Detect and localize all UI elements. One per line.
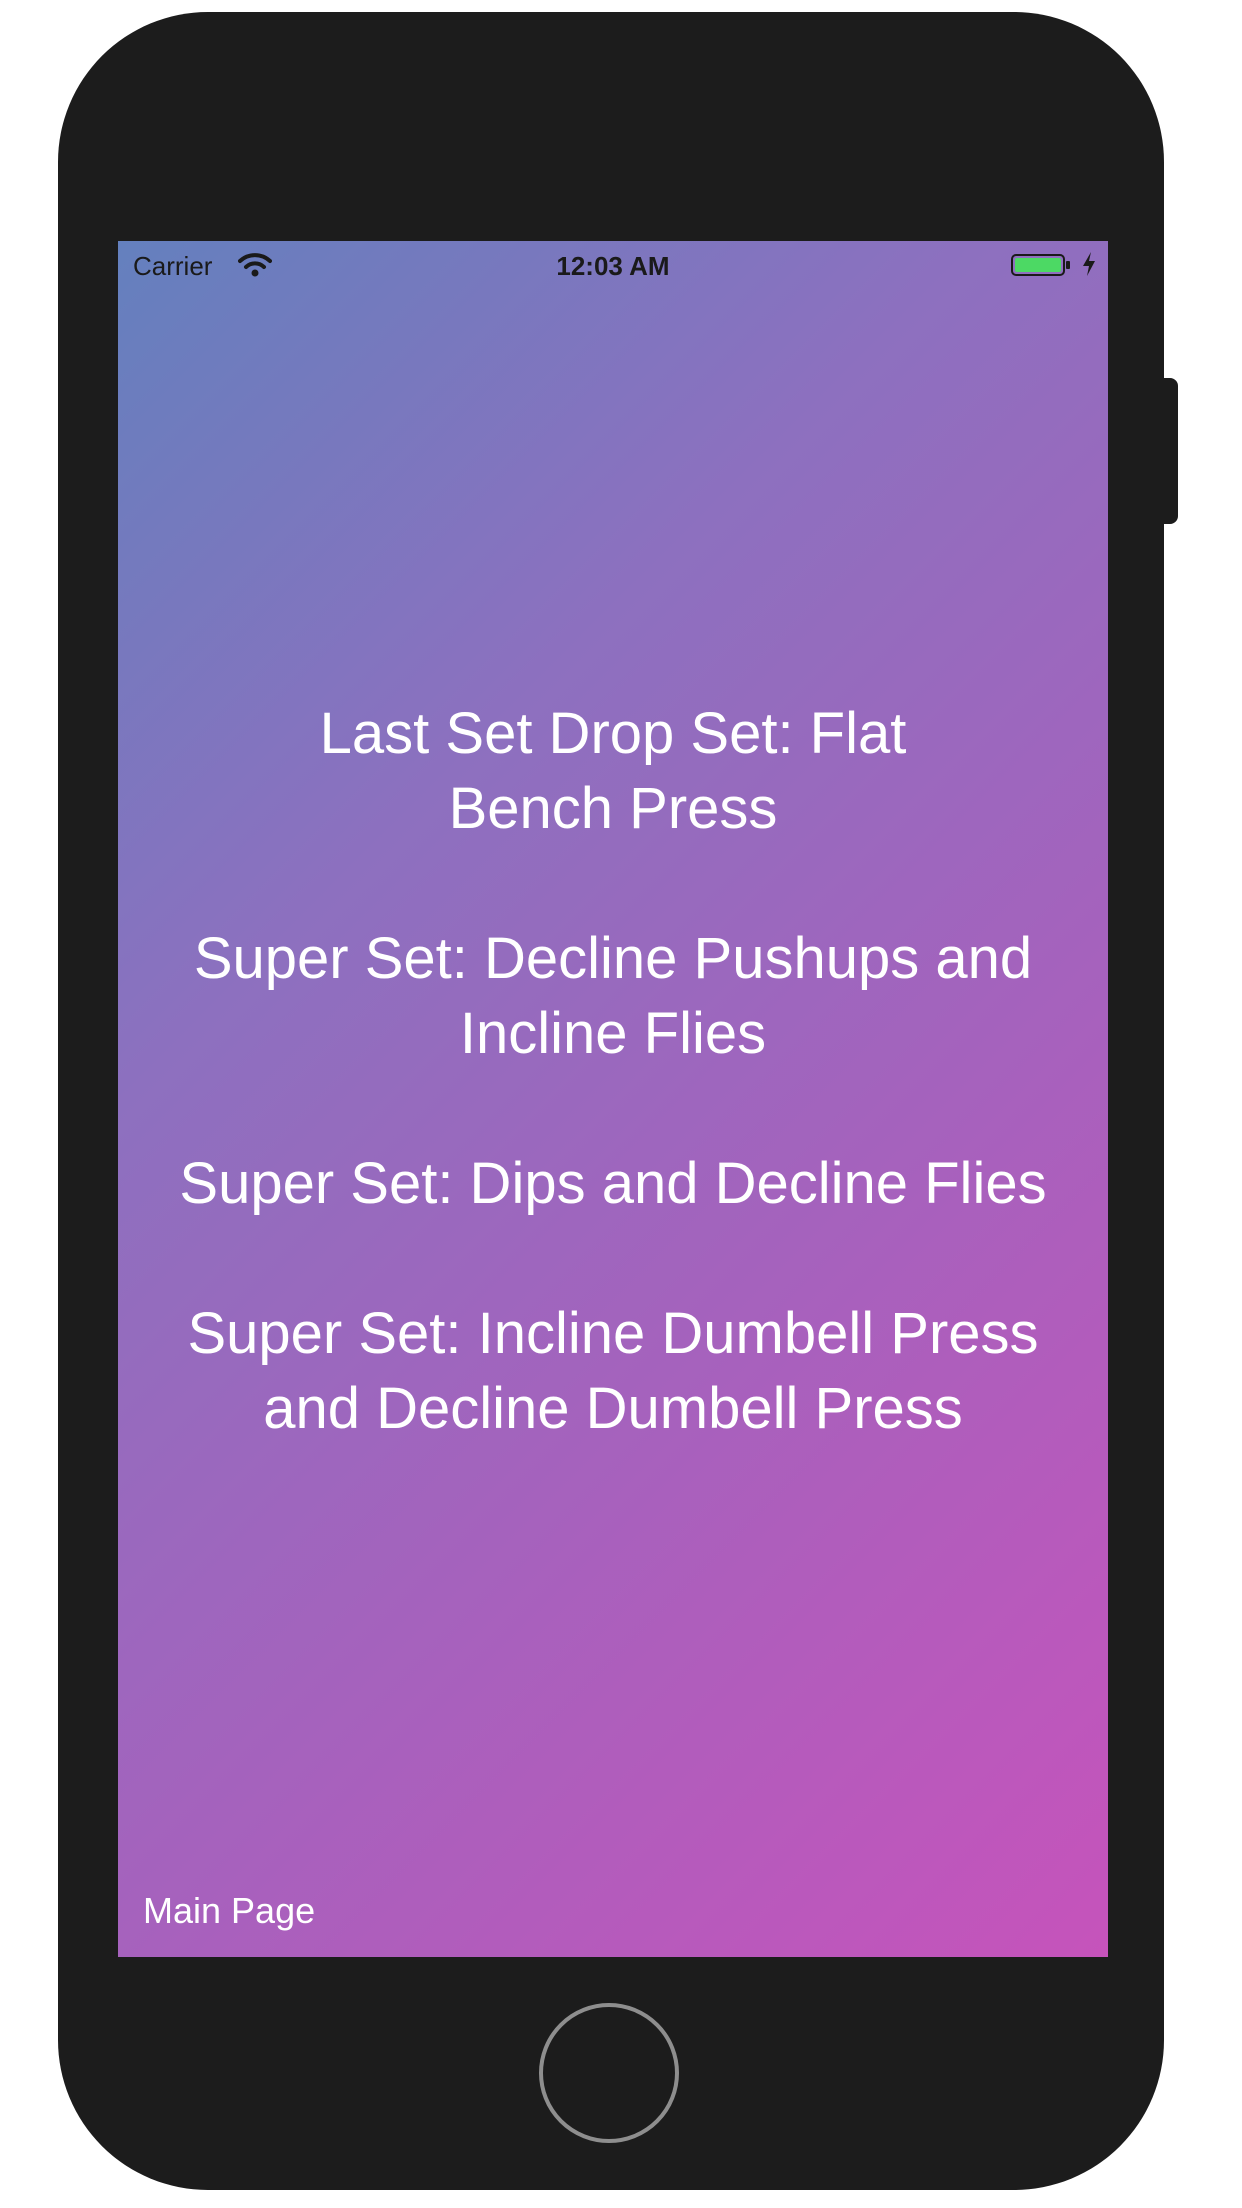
battery-icon	[1011, 253, 1071, 277]
status-time: 12:03 AM	[556, 251, 670, 281]
app-screen: Carrier 12:03 AM Last Set Drop Set: Flat…	[118, 241, 1108, 1957]
workout-item-dips-flies[interactable]: Super Set: Dips and Decline Flies	[118, 1146, 1108, 1221]
workout-item-dumbell-press[interactable]: Super Set: Incline Dumbell Press and Dec…	[118, 1296, 1108, 1446]
main-page-button[interactable]: Main Page	[143, 1889, 315, 1933]
home-button[interactable]	[539, 2003, 679, 2143]
status-bar: Carrier 12:03 AM	[118, 241, 1108, 291]
device-frame: Carrier 12:03 AM Last Set Drop Set: Flat…	[0, 0, 1242, 2208]
side-power-button	[1158, 378, 1178, 524]
workout-list: Last Set Drop Set: Flat Bench Press Supe…	[118, 696, 1108, 1521]
charging-bolt-icon	[1081, 251, 1097, 277]
workout-item-pushups-flies[interactable]: Super Set: Decline Pushups and Incline F…	[118, 921, 1108, 1071]
workout-item-drop-set[interactable]: Last Set Drop Set: Flat Bench Press	[118, 696, 1108, 846]
